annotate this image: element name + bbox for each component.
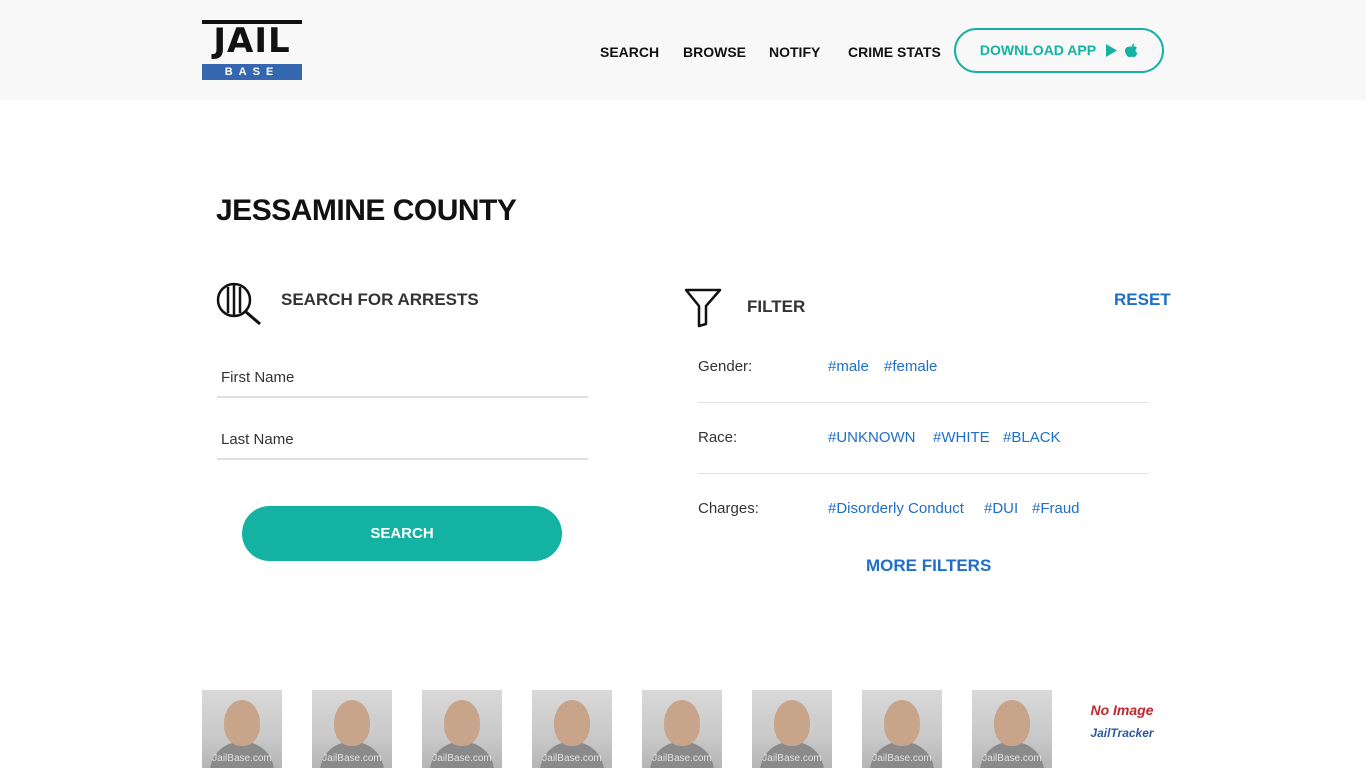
- app-store-icons: [1106, 43, 1138, 58]
- tag-male[interactable]: #male: [828, 358, 869, 375]
- mugshot-thumbnail[interactable]: JailBase.com: [532, 690, 612, 768]
- mugshot-face: [224, 700, 260, 746]
- download-app-label: DOWNLOAD APP: [979, 42, 1097, 58]
- site-header: JAIL BASE SEARCH BROWSE NOTIFY CRIME STA…: [0, 0, 1366, 100]
- filter-label-charges: Charges:: [698, 500, 759, 517]
- mugshot-thumbnail[interactable]: JailBase.com: [752, 690, 832, 768]
- mugshot-watermark: JailBase.com: [542, 753, 602, 764]
- filter-label-gender: Gender:: [698, 358, 753, 375]
- jailtracker-logo-text: JailTracker: [1090, 726, 1154, 740]
- mugshot-watermark: JailBase.com: [762, 753, 822, 764]
- mugshot-face: [664, 700, 700, 746]
- mugshot-face: [994, 700, 1030, 746]
- tag-white[interactable]: #WHITE: [933, 429, 990, 446]
- mugshot-face: [554, 700, 590, 746]
- tag-fraud[interactable]: #Fraud: [1032, 500, 1080, 517]
- mugshot-watermark: JailBase.com: [982, 753, 1042, 764]
- filter-divider: [698, 473, 1149, 474]
- mugshot-thumbnail[interactable]: JailBase.com: [422, 690, 502, 768]
- logo-bottom-text: BASE: [202, 64, 302, 80]
- mugshot-thumbnail[interactable]: JailBase.com: [642, 690, 722, 768]
- mugshot-watermark: JailBase.com: [432, 753, 492, 764]
- reset-filters-link[interactable]: RESET: [1114, 290, 1171, 310]
- nav-browse[interactable]: BROWSE: [683, 44, 746, 60]
- mugshot-watermark: JailBase.com: [652, 753, 712, 764]
- filter-section-title: FILTER: [747, 297, 806, 316]
- search-button[interactable]: SEARCH: [242, 506, 562, 561]
- apple-icon: [1125, 43, 1138, 58]
- mugshot-face: [774, 700, 810, 746]
- first-name-field[interactable]: [217, 358, 596, 398]
- filter-divider: [698, 402, 1149, 403]
- tag-black[interactable]: #BLACK: [1003, 429, 1061, 446]
- nav-search[interactable]: SEARCH: [600, 44, 659, 60]
- last-name-field[interactable]: [217, 420, 596, 460]
- nav-crime-stats[interactable]: CRIME STATS: [848, 44, 941, 60]
- download-app-button[interactable]: DOWNLOAD APP: [954, 28, 1164, 73]
- mugshot-face: [334, 700, 370, 746]
- jailbase-logo[interactable]: JAIL BASE: [202, 20, 302, 80]
- search-magnifier-icon: [216, 282, 261, 326]
- last-name-input[interactable]: [217, 420, 596, 458]
- mugshot-watermark: JailBase.com: [212, 753, 272, 764]
- mugshot-face: [884, 700, 920, 746]
- no-image-placeholder[interactable]: No Image JailTracker: [1082, 690, 1162, 768]
- nav-notify[interactable]: NOTIFY: [769, 44, 820, 60]
- mugshot-watermark: JailBase.com: [322, 753, 382, 764]
- mugshot-thumbnail[interactable]: JailBase.com: [862, 690, 942, 768]
- mugshot-thumbnail[interactable]: JailBase.com: [202, 690, 282, 768]
- first-name-input[interactable]: [217, 358, 596, 396]
- filter-label-race: Race:: [698, 429, 738, 446]
- tag-dui[interactable]: #DUI: [984, 500, 1018, 517]
- filter-funnel-icon: [684, 288, 722, 328]
- mugshot-thumbnail[interactable]: JailBase.com: [972, 690, 1052, 768]
- page-title: JESSAMINE COUNTY: [216, 194, 517, 227]
- mugshot-face: [444, 700, 480, 746]
- logo-top-text: JAIL: [202, 20, 302, 58]
- tag-female[interactable]: #female: [884, 358, 937, 375]
- google-play-icon: [1106, 44, 1118, 57]
- tag-unknown[interactable]: #UNKNOWN: [828, 429, 916, 446]
- more-filters-link[interactable]: MORE FILTERS: [866, 556, 991, 576]
- no-image-text: No Image: [1090, 702, 1154, 718]
- tag-disorderly-conduct[interactable]: #Disorderly Conduct: [828, 500, 964, 517]
- mugshot-thumbnail[interactable]: JailBase.com: [312, 690, 392, 768]
- search-section-title: SEARCH FOR ARRESTS: [281, 290, 479, 309]
- mugshot-watermark: JailBase.com: [872, 753, 932, 764]
